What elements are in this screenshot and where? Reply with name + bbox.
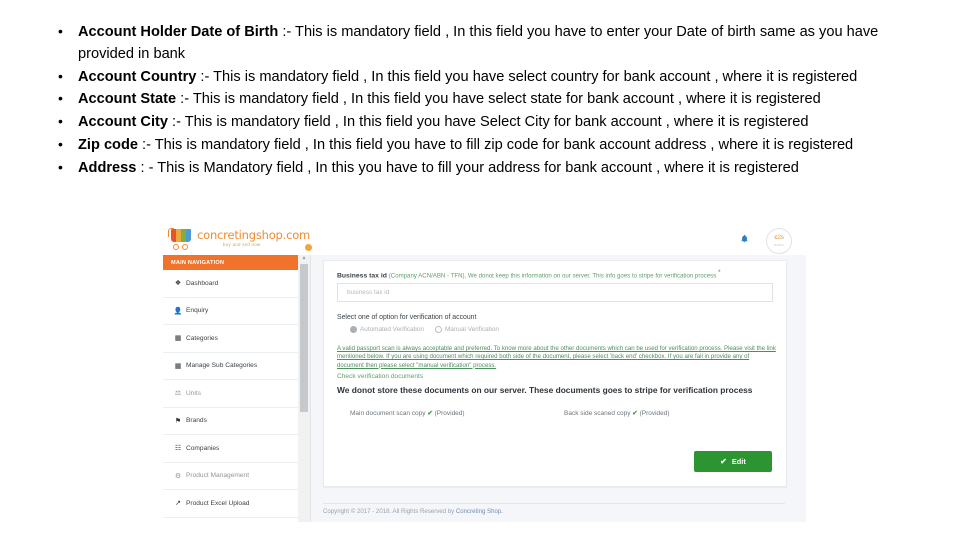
bullet-list: Account Holder Date of Birth :- This is … — [0, 0, 960, 181]
sidebar-item-product-excel-upload[interactable]: ↗ Product Excel Upload — [163, 490, 298, 518]
bullet-lead: Zip code — [78, 136, 138, 153]
sidebar-scrollbar[interactable]: ▲ — [298, 255, 311, 522]
footer-copyright: Copyright © 2017 - 2018. All Rights Rese… — [323, 508, 503, 515]
user-icon: 👤 — [173, 307, 183, 315]
bullet-rest: : - This is Mandatory field , In this yo… — [136, 159, 799, 176]
slide-body: Account Holder Date of Birth :- This is … — [0, 0, 960, 181]
sidebar-item-manage-sub-categories[interactable]: ▦ Manage Sub Categories — [163, 353, 298, 380]
brand-name: concretingshop.com — [197, 227, 311, 242]
footer-brand-link[interactable]: Concreting Shop. — [456, 508, 503, 515]
app-logo[interactable]: concretingshop.com buy and sell now — [168, 225, 313, 252]
upload-icon: ↗ — [175, 500, 181, 508]
check-icon: ✔ — [632, 410, 638, 417]
main-document-row: Main document scan copy ✔ (Provided) — [350, 409, 465, 417]
sidebar: MAIN NAVIGATION ❖ Dashboard 👤 Enquiry ▦ Cat… — [163, 255, 299, 522]
logo-ball-icon — [305, 244, 312, 251]
check-verification-documents-link[interactable]: Check verification documents — [337, 373, 423, 380]
list-item: Account Holder Date of Birth :- This is … — [58, 21, 908, 67]
copyright-text: Copyright © 2017 - 2018. All Rights Rese… — [323, 508, 456, 515]
tag-icon: ⚑ — [174, 417, 182, 425]
back-document-status: (Provided) — [639, 410, 670, 417]
dashboard-icon: ❖ — [174, 280, 182, 288]
main-document-label: Main document scan copy — [350, 410, 426, 417]
bullet-rest: :- This is mandatory field , In this fie… — [196, 68, 858, 85]
units-icon: ⚖ — [174, 390, 182, 398]
sidebar-item-label: Enquiry — [186, 307, 209, 315]
building-icon: ☷ — [174, 445, 182, 453]
check-icon: ✔ — [720, 457, 727, 466]
bullet-lead: Account Country — [78, 68, 197, 85]
sidebar-item-product-management[interactable]: ⚙ Product Management — [163, 463, 298, 490]
sidebar-item-enquiry[interactable]: 👤 Enquiry — [163, 298, 298, 325]
avatar-initial-3: s — [780, 234, 784, 242]
logo-text: concretingshop.com buy and sell now — [197, 227, 311, 248]
settings-icon: ⚙ — [174, 472, 182, 480]
back-document-label: Back side scaned copy — [564, 410, 631, 417]
bell-icon[interactable] — [740, 233, 749, 244]
bullet-lead: Account State — [78, 91, 177, 108]
content-area: Business tax id (Company ACN/ABN - TFN),… — [311, 255, 806, 522]
sidebar-item-label: Manage Sub Categories — [186, 362, 258, 370]
check-icon: ✔ — [427, 410, 433, 417]
bullet-lead: Account City — [78, 114, 168, 131]
avatar-initials: c2s — [774, 234, 784, 242]
radio-manual-verification[interactable] — [434, 326, 442, 333]
footer-divider — [323, 503, 785, 504]
list-item: Account State :- This is mandatory field… — [58, 88, 908, 112]
avatar[interactable]: c2s SUPPLY — [766, 228, 792, 254]
sidebar-item-label: Units — [186, 389, 202, 397]
app-topbar: concretingshop.com buy and sell now c2s … — [163, 222, 806, 255]
field-hint: (Company ACN/ABN - TFN), We donot keep t… — [388, 272, 717, 280]
sidebar-item-categories[interactable]: ▦ Categories — [163, 325, 298, 353]
sidebar-item-label: Brands — [186, 417, 207, 425]
sidebar-item-label: Product Management — [186, 472, 250, 480]
verification-radio-group: Automated Verification Manual Verificati… — [350, 326, 499, 333]
main-document-status: (Provided) — [434, 410, 465, 417]
bullet-rest: :- This is mandatory field , In this fie… — [168, 114, 809, 131]
back-document-row: Back side scaned copy ✔ (Provided) — [564, 409, 670, 417]
sidebar-header: MAIN NAVIGATION — [163, 255, 298, 270]
sidebar-item-label: Dashboard — [186, 279, 219, 287]
required-mark: * — [718, 270, 721, 276]
edit-button[interactable]: ✔ Edit — [694, 451, 772, 472]
business-tax-id-input[interactable]: business tax id — [337, 283, 773, 302]
scroll-up-arrow-icon[interactable]: ▲ — [302, 256, 307, 261]
avatar-subtext: SUPPLY — [773, 242, 785, 247]
list-item: Address : - This is Mandatory field , In… — [58, 157, 908, 181]
verification-card: Business tax id (Company ACN/ABN - TFN),… — [323, 260, 787, 487]
bullet-lead: Account Holder Date of Birth — [78, 24, 279, 40]
list-item: Account Country :- This is mandatory fie… — [58, 66, 908, 90]
edit-button-label: Edit — [731, 457, 746, 466]
storage-disclaimer: We donot store these documents on our se… — [337, 385, 753, 395]
sidebar-item-companies[interactable]: ☷ Companies — [163, 435, 298, 463]
grid-icon: ▦ — [174, 335, 182, 343]
scrollbar-thumb[interactable] — [300, 264, 308, 412]
radio-label-automated: Automated Verification — [360, 326, 424, 333]
sidebar-item-brands[interactable]: ⚑ Brands — [163, 408, 298, 435]
brand-tagline: buy and sell now — [223, 242, 261, 248]
radio-label-manual: Manual Verification — [444, 326, 499, 333]
radio-automated-verification[interactable] — [350, 326, 357, 333]
bullet-rest: :- This is mandatory field , In this fie… — [176, 91, 821, 108]
embedded-screenshot: concretingshop.com buy and sell now c2s … — [163, 222, 806, 522]
sidebar-item-label: Companies — [186, 444, 220, 452]
sidebar-item-label: Product Excel Upload — [186, 499, 250, 507]
bullet-lead: Address — [78, 159, 137, 176]
verification-section-title: Select one of option for verification of… — [337, 314, 477, 321]
sidebar-item-label: Categories — [186, 334, 218, 342]
sidebar-item-units[interactable]: ⚖ Units — [163, 380, 298, 408]
business-tax-id-label: Business tax id (Company ACN/ABN - TFN),… — [337, 270, 721, 279]
bullet-rest: :- This is mandatory field , In this fie… — [138, 136, 854, 153]
shopping-cart-icon — [168, 227, 195, 251]
list-item: Zip code :- This is mandatory field , In… — [58, 134, 908, 158]
field-label-text: Business tax id — [337, 272, 387, 280]
verification-help-note[interactable]: A valid passport scan is always acceptab… — [337, 345, 777, 370]
grid-icon: ▦ — [174, 362, 182, 370]
input-placeholder: business tax id — [347, 289, 390, 296]
list-item: Account City :- This is mandatory field … — [58, 111, 908, 135]
sidebar-item-dashboard[interactable]: ❖ Dashboard — [163, 270, 298, 298]
